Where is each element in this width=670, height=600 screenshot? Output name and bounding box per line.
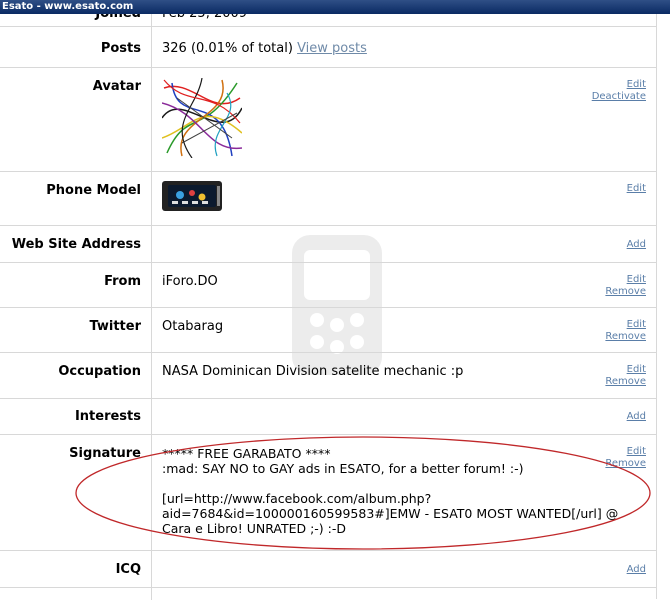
signature-line: aid=7684&id=100000160599583#]EMW - ESAT0… [162,506,619,521]
row-website: Web Site Address Add [0,226,656,263]
row-from: From iForo.DO Edit Remove [0,263,656,308]
row-avatar: Avatar Edit Deactivate [0,68,656,172]
label-from: From [0,263,152,307]
signature-value: ***** FREE GARABATO ****:mad: SAY NO to … [162,446,618,536]
signature-line [162,476,618,491]
row-posts: Posts 326 (0.01% of total) View posts [0,27,656,68]
twitter-actions: Edit Remove [605,319,646,343]
row-icq: ICQ Add [0,551,656,588]
signature-edit-link[interactable]: Edit [605,446,646,458]
from-edit-link[interactable]: Edit [605,274,646,286]
label-occupation: Occupation [0,353,152,398]
avatar-deactivate-link[interactable]: Deactivate [592,91,646,103]
avatar-actions: Edit Deactivate [592,79,646,103]
view-posts-link[interactable]: View posts [297,41,367,56]
window-title-bar: Esato - www.esato.com [0,0,670,14]
row-occupation: Occupation NASA Dominican Division satel… [0,353,656,399]
profile-table: Joined Feb 25, 2009 Posts 326 (0.01% of … [0,0,657,600]
occupation-actions: Edit Remove [605,364,646,388]
from-value: iForo.DO [162,274,218,289]
from-remove-link[interactable]: Remove [605,286,646,298]
signature-line: ***** FREE GARABATO **** [162,446,331,461]
signature-line: [url=http://www.facebook.com/album.php? [162,491,432,506]
website-actions: Add [627,239,646,251]
phone-edit-link[interactable]: Edit [627,183,646,195]
icq-add-link[interactable]: Add [627,564,646,576]
label-icq: ICQ [0,551,152,587]
posts-count: 326 (0.01% of total) [162,41,293,56]
signature-actions: Edit Remove [605,446,646,470]
signature-line: Cara e Libro! UNRATED ;-) :-D [162,521,347,536]
twitter-edit-link[interactable]: Edit [605,319,646,331]
from-actions: Edit Remove [605,274,646,298]
scribble-avatar-icon [162,78,242,158]
row-signature: Signature ***** FREE GARABATO ****:mad: … [0,435,656,551]
signature-line: :mad: SAY NO to GAY ads in ESATO, for a … [162,461,524,476]
occupation-edit-link[interactable]: Edit [605,364,646,376]
label-avatar: Avatar [0,68,152,171]
row-next-partial [0,588,656,600]
label-website: Web Site Address [0,226,152,262]
icq-actions: Add [627,564,646,576]
interests-actions: Add [627,411,646,423]
row-interests: Interests Add [0,399,656,435]
website-add-link[interactable]: Add [627,239,646,251]
posts-value-group: 326 (0.01% of total) View posts [162,41,367,56]
row-phone-model: Phone Model Edit [0,172,656,226]
label-signature: Signature [0,435,152,550]
twitter-remove-link[interactable]: Remove [605,331,646,343]
label-posts: Posts [0,27,152,67]
phone-actions: Edit [627,183,646,195]
avatar-edit-link[interactable]: Edit [592,79,646,91]
row-twitter: Twitter Otabarag Edit Remove [0,308,656,353]
label-phone-model: Phone Model [0,172,152,225]
label-next-partial [0,588,152,600]
occupation-value: NASA Dominican Division satelite mechani… [162,364,464,379]
window-title: Esato - www.esato.com [2,1,134,12]
phone-model-icon [162,181,222,211]
occupation-remove-link[interactable]: Remove [605,376,646,388]
label-interests: Interests [0,399,152,434]
label-twitter: Twitter [0,308,152,352]
interests-add-link[interactable]: Add [627,411,646,423]
twitter-value: Otabarag [162,319,224,334]
signature-remove-link[interactable]: Remove [605,458,646,470]
